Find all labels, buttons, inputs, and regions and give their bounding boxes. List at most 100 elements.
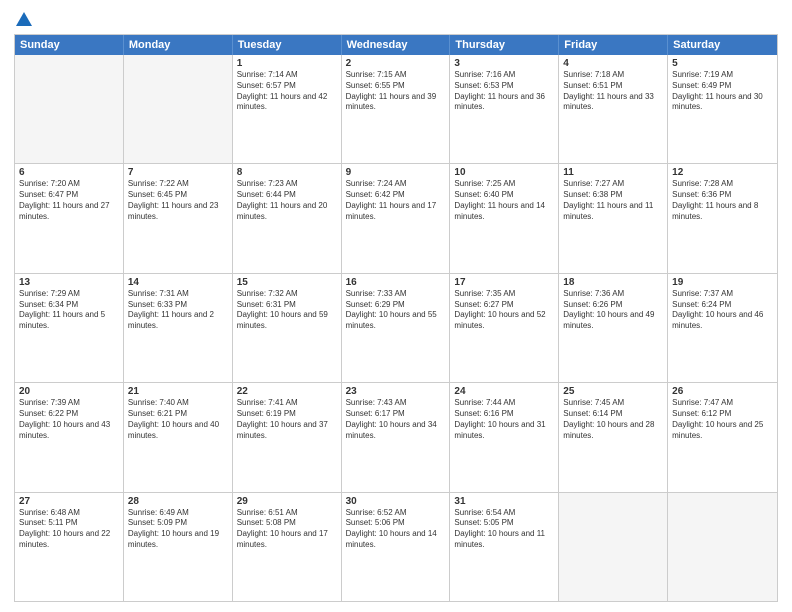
cal-cell: 21Sunrise: 7:40 AM Sunset: 6:21 PM Dayli…	[124, 383, 233, 491]
cell-text: Sunrise: 7:23 AM Sunset: 6:44 PM Dayligh…	[237, 179, 337, 222]
cell-text: Sunrise: 6:51 AM Sunset: 5:08 PM Dayligh…	[237, 508, 337, 551]
cell-text: Sunrise: 7:24 AM Sunset: 6:42 PM Dayligh…	[346, 179, 446, 222]
cal-cell: 6Sunrise: 7:20 AM Sunset: 6:47 PM Daylig…	[15, 164, 124, 272]
day-number: 8	[237, 167, 337, 178]
cal-cell: 25Sunrise: 7:45 AM Sunset: 6:14 PM Dayli…	[559, 383, 668, 491]
cal-cell: 18Sunrise: 7:36 AM Sunset: 6:26 PM Dayli…	[559, 274, 668, 382]
cell-text: Sunrise: 7:43 AM Sunset: 6:17 PM Dayligh…	[346, 398, 446, 441]
day-number: 13	[19, 277, 119, 288]
cal-cell: 27Sunrise: 6:48 AM Sunset: 5:11 PM Dayli…	[15, 493, 124, 601]
cal-header-cell: Friday	[559, 35, 668, 55]
cell-text: Sunrise: 6:49 AM Sunset: 5:09 PM Dayligh…	[128, 508, 228, 551]
day-number: 14	[128, 277, 228, 288]
cal-row: 20Sunrise: 7:39 AM Sunset: 6:22 PM Dayli…	[15, 383, 777, 492]
cell-text: Sunrise: 7:27 AM Sunset: 6:38 PM Dayligh…	[563, 179, 663, 222]
cal-cell: 29Sunrise: 6:51 AM Sunset: 5:08 PM Dayli…	[233, 493, 342, 601]
day-number: 15	[237, 277, 337, 288]
day-number: 19	[672, 277, 773, 288]
cal-header-cell: Sunday	[15, 35, 124, 55]
day-number: 1	[237, 58, 337, 69]
day-number: 3	[454, 58, 554, 69]
day-number: 2	[346, 58, 446, 69]
day-number: 10	[454, 167, 554, 178]
cal-header-cell: Monday	[124, 35, 233, 55]
cal-cell: 24Sunrise: 7:44 AM Sunset: 6:16 PM Dayli…	[450, 383, 559, 491]
cell-text: Sunrise: 6:52 AM Sunset: 5:06 PM Dayligh…	[346, 508, 446, 551]
day-number: 7	[128, 167, 228, 178]
cell-text: Sunrise: 7:29 AM Sunset: 6:34 PM Dayligh…	[19, 289, 119, 332]
day-number: 27	[19, 496, 119, 507]
page: SundayMondayTuesdayWednesdayThursdayFrid…	[0, 0, 792, 612]
cal-cell: 14Sunrise: 7:31 AM Sunset: 6:33 PM Dayli…	[124, 274, 233, 382]
day-number: 30	[346, 496, 446, 507]
day-number: 6	[19, 167, 119, 178]
cal-cell: 22Sunrise: 7:41 AM Sunset: 6:19 PM Dayli…	[233, 383, 342, 491]
cal-cell	[124, 55, 233, 163]
cal-cell: 11Sunrise: 7:27 AM Sunset: 6:38 PM Dayli…	[559, 164, 668, 272]
cal-row: 1Sunrise: 7:14 AM Sunset: 6:57 PM Daylig…	[15, 55, 777, 164]
day-number: 18	[563, 277, 663, 288]
cal-cell: 5Sunrise: 7:19 AM Sunset: 6:49 PM Daylig…	[668, 55, 777, 163]
calendar-header: SundayMondayTuesdayWednesdayThursdayFrid…	[15, 35, 777, 55]
day-number: 31	[454, 496, 554, 507]
cell-text: Sunrise: 7:41 AM Sunset: 6:19 PM Dayligh…	[237, 398, 337, 441]
cal-cell: 31Sunrise: 6:54 AM Sunset: 5:05 PM Dayli…	[450, 493, 559, 601]
cell-text: Sunrise: 7:47 AM Sunset: 6:12 PM Dayligh…	[672, 398, 773, 441]
cell-text: Sunrise: 7:45 AM Sunset: 6:14 PM Dayligh…	[563, 398, 663, 441]
day-number: 9	[346, 167, 446, 178]
cell-text: Sunrise: 7:14 AM Sunset: 6:57 PM Dayligh…	[237, 70, 337, 113]
cell-text: Sunrise: 7:36 AM Sunset: 6:26 PM Dayligh…	[563, 289, 663, 332]
cal-cell: 13Sunrise: 7:29 AM Sunset: 6:34 PM Dayli…	[15, 274, 124, 382]
cal-cell: 1Sunrise: 7:14 AM Sunset: 6:57 PM Daylig…	[233, 55, 342, 163]
day-number: 24	[454, 386, 554, 397]
cal-cell: 28Sunrise: 6:49 AM Sunset: 5:09 PM Dayli…	[124, 493, 233, 601]
cal-cell: 8Sunrise: 7:23 AM Sunset: 6:44 PM Daylig…	[233, 164, 342, 272]
day-number: 4	[563, 58, 663, 69]
day-number: 20	[19, 386, 119, 397]
cell-text: Sunrise: 6:54 AM Sunset: 5:05 PM Dayligh…	[454, 508, 554, 551]
day-number: 28	[128, 496, 228, 507]
cell-text: Sunrise: 7:25 AM Sunset: 6:40 PM Dayligh…	[454, 179, 554, 222]
cell-text: Sunrise: 7:28 AM Sunset: 6:36 PM Dayligh…	[672, 179, 773, 222]
cal-cell: 9Sunrise: 7:24 AM Sunset: 6:42 PM Daylig…	[342, 164, 451, 272]
cal-cell	[559, 493, 668, 601]
day-number: 23	[346, 386, 446, 397]
cal-cell: 16Sunrise: 7:33 AM Sunset: 6:29 PM Dayli…	[342, 274, 451, 382]
cell-text: Sunrise: 7:20 AM Sunset: 6:47 PM Dayligh…	[19, 179, 119, 222]
calendar-body: 1Sunrise: 7:14 AM Sunset: 6:57 PM Daylig…	[15, 55, 777, 601]
logo-triangle-icon	[16, 12, 32, 26]
cal-cell: 17Sunrise: 7:35 AM Sunset: 6:27 PM Dayli…	[450, 274, 559, 382]
cal-cell: 19Sunrise: 7:37 AM Sunset: 6:24 PM Dayli…	[668, 274, 777, 382]
cal-cell: 26Sunrise: 7:47 AM Sunset: 6:12 PM Dayli…	[668, 383, 777, 491]
day-number: 16	[346, 277, 446, 288]
cell-text: Sunrise: 7:18 AM Sunset: 6:51 PM Dayligh…	[563, 70, 663, 113]
day-number: 21	[128, 386, 228, 397]
day-number: 12	[672, 167, 773, 178]
day-number: 22	[237, 386, 337, 397]
cell-text: Sunrise: 7:16 AM Sunset: 6:53 PM Dayligh…	[454, 70, 554, 113]
day-number: 11	[563, 167, 663, 178]
cell-text: Sunrise: 6:48 AM Sunset: 5:11 PM Dayligh…	[19, 508, 119, 551]
cal-row: 27Sunrise: 6:48 AM Sunset: 5:11 PM Dayli…	[15, 493, 777, 601]
cell-text: Sunrise: 7:35 AM Sunset: 6:27 PM Dayligh…	[454, 289, 554, 332]
day-number: 29	[237, 496, 337, 507]
day-number: 5	[672, 58, 773, 69]
header	[14, 12, 778, 28]
cell-text: Sunrise: 7:32 AM Sunset: 6:31 PM Dayligh…	[237, 289, 337, 332]
cal-cell	[668, 493, 777, 601]
cell-text: Sunrise: 7:37 AM Sunset: 6:24 PM Dayligh…	[672, 289, 773, 332]
cal-header-cell: Thursday	[450, 35, 559, 55]
logo-text	[14, 12, 32, 28]
cell-text: Sunrise: 7:33 AM Sunset: 6:29 PM Dayligh…	[346, 289, 446, 332]
cal-cell: 2Sunrise: 7:15 AM Sunset: 6:55 PM Daylig…	[342, 55, 451, 163]
day-number: 17	[454, 277, 554, 288]
cal-cell: 7Sunrise: 7:22 AM Sunset: 6:45 PM Daylig…	[124, 164, 233, 272]
cal-cell: 30Sunrise: 6:52 AM Sunset: 5:06 PM Dayli…	[342, 493, 451, 601]
cal-row: 13Sunrise: 7:29 AM Sunset: 6:34 PM Dayli…	[15, 274, 777, 383]
cell-text: Sunrise: 7:39 AM Sunset: 6:22 PM Dayligh…	[19, 398, 119, 441]
cal-cell: 10Sunrise: 7:25 AM Sunset: 6:40 PM Dayli…	[450, 164, 559, 272]
cell-text: Sunrise: 7:15 AM Sunset: 6:55 PM Dayligh…	[346, 70, 446, 113]
day-number: 26	[672, 386, 773, 397]
cal-row: 6Sunrise: 7:20 AM Sunset: 6:47 PM Daylig…	[15, 164, 777, 273]
cell-text: Sunrise: 7:19 AM Sunset: 6:49 PM Dayligh…	[672, 70, 773, 113]
